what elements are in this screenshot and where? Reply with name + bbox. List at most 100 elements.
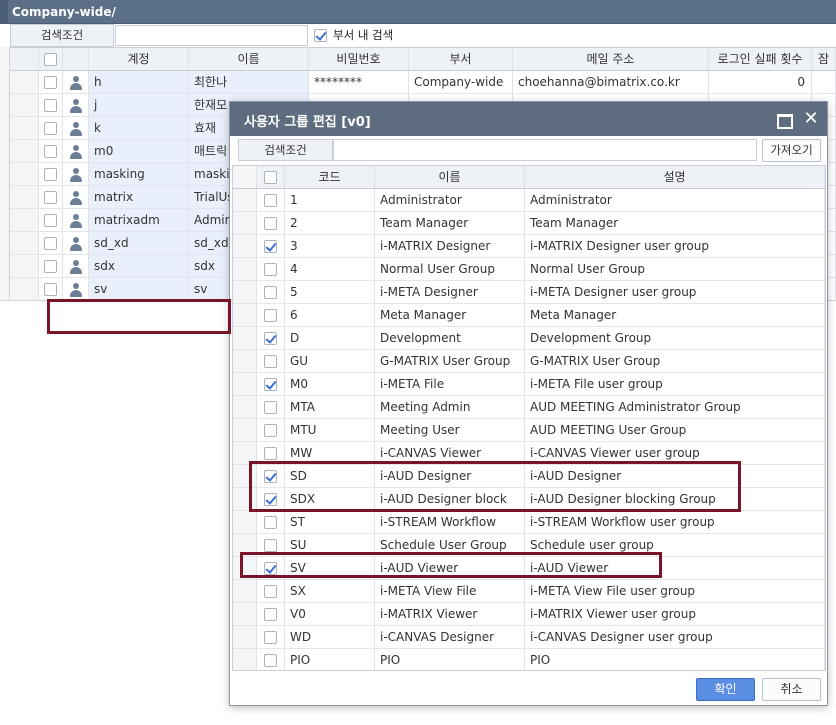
group-row[interactable]: M0 i-META File i-META File user group [233,373,825,396]
group-row[interactable]: MW i-CANVAS Viewer i-CANVAS Viewer user gr… [233,442,825,465]
cell-name: Schedule User Group [375,534,525,556]
group-checkbox[interactable] [264,378,277,391]
table-row[interactable]: h 최한나 ******** Company-wide choehanna@bimatr… [10,71,836,94]
row-checkbox[interactable] [44,145,57,158]
user-icon [69,236,83,251]
group-checkbox[interactable] [264,608,277,621]
column-header[interactable]: 잠 [812,48,836,70]
group-row[interactable]: SDX i-AUD Designer block i-AUD Designer bl… [233,488,825,511]
group-row[interactable]: SU Schedule User Group Schedule user group [233,534,825,557]
dept-search-checkbox[interactable] [314,29,327,42]
group-checkbox[interactable] [264,355,277,368]
group-checkbox[interactable] [264,654,277,667]
user-icon [69,98,83,113]
row-checkbox[interactable] [44,214,57,227]
group-row[interactable]: SD i-AUD Designer i-AUD Designer [233,465,825,488]
dialog-title-bar[interactable]: 사용자 그룹 편집 [v0] [230,102,827,136]
column-header[interactable]: 이름 [189,48,309,70]
cell-desc: i-CANVAS Viewer user group [525,442,825,464]
column-header[interactable]: 코드 [285,166,375,188]
group-checkbox[interactable] [264,447,277,460]
select-all-checkbox[interactable] [264,171,277,184]
cell-name: Meeting User [375,419,525,441]
group-checkbox[interactable] [264,631,277,644]
group-row[interactable]: GU G-MATRIX User Group G-MATRIX User Group [233,350,825,373]
group-row[interactable]: MTU Meeting User AUD MEETING User Group [233,419,825,442]
group-row[interactable]: 5 i-META Designer i-META Designer user gro… [233,281,825,304]
row-checkbox[interactable] [44,99,57,112]
group-row[interactable]: SX i-META View File i-META View File user … [233,580,825,603]
group-checkbox[interactable] [264,493,277,506]
group-row[interactable]: 1 Administrator Administrator [233,189,825,212]
cell-account: j [89,94,189,116]
group-checkbox[interactable] [264,332,277,345]
column-header[interactable]: 로그인 실패 횟수 [709,48,812,70]
column-header[interactable]: 설명 [525,166,825,188]
maximize-icon[interactable] [775,111,793,129]
search-input[interactable] [115,25,308,46]
dialog-title: 사용자 그룹 편집 [v0] [244,115,371,130]
select-all-checkbox[interactable] [44,53,57,66]
group-row[interactable]: 3 i-MATRIX Designer i-MATRIX Designer user… [233,235,825,258]
group-row[interactable]: MTA Meeting Admin AUD MEETING Administrato… [233,396,825,419]
row-checkbox[interactable] [44,260,57,273]
group-checkbox[interactable] [264,562,277,575]
group-checkbox[interactable] [264,309,277,322]
cell-code: 1 [285,189,375,211]
group-checkbox[interactable] [264,516,277,529]
row-checkbox[interactable] [44,76,57,89]
group-checkbox[interactable] [264,217,277,230]
cell-desc: Normal User Group [525,258,825,280]
group-checkbox[interactable] [264,424,277,437]
group-row[interactable]: 2 Team Manager Team Manager [233,212,825,235]
dialog-search-input[interactable] [333,139,757,161]
group-row[interactable]: WD i-CANVAS Designer i-CANVAS Designer use… [233,626,825,649]
group-row[interactable]: 4 Normal User Group Normal User Group [233,258,825,281]
group-checkbox[interactable] [264,539,277,552]
cell-desc: i-CANVAS Designer user group [525,626,825,648]
close-icon[interactable]: ✕ [802,110,820,128]
cell-dept: Company-wide [409,71,513,93]
column-header[interactable]: 메일 주소 [513,48,709,70]
group-checkbox[interactable] [264,585,277,598]
row-checkbox[interactable] [44,191,57,204]
fetch-button[interactable]: 가져오기 [762,139,821,162]
cell-desc: i-META File user group [525,373,825,395]
group-row[interactable]: 6 Meta Manager Meta Manager [233,304,825,327]
group-checkbox[interactable] [264,194,277,207]
group-checkbox[interactable] [264,286,277,299]
row-checkbox[interactable] [44,168,57,181]
group-row[interactable]: PIO PIO PIO [233,649,825,670]
highlight-v0-row [47,299,231,334]
cell-name: 최한나 [189,71,309,93]
cancel-button[interactable]: 취소 [762,678,821,701]
group-checkbox[interactable] [264,240,277,253]
group-checkbox[interactable] [264,470,277,483]
group-row[interactable]: D Development Development Group [233,327,825,350]
group-row[interactable]: V0 i-MATRIX Viewer i-MATRIX Viewer user gr… [233,603,825,626]
column-header[interactable]: 계정 [89,48,189,70]
cell-code: 5 [285,281,375,303]
cell-desc: i-MATRIX Viewer user group [525,603,825,625]
row-checkbox[interactable] [44,283,57,296]
group-checkbox[interactable] [264,401,277,414]
cell-desc: i-META View File user group [525,580,825,602]
cell-desc: i-META Designer user group [525,281,825,303]
group-row[interactable]: ST i-STREAM Workflow i-STREAM Workflow use… [233,511,825,534]
breadcrumb-title-bar: Company-wide/ [0,0,836,24]
user-icon [69,213,83,228]
column-header[interactable]: 비밀번호 [309,48,409,70]
column-header[interactable]: 이름 [375,166,525,188]
row-checkbox[interactable] [44,122,57,135]
cell-name: i-MATRIX Designer [375,235,525,257]
row-checkbox[interactable] [44,237,57,250]
group-checkbox[interactable] [264,263,277,276]
user-icon [69,259,83,274]
cell-code: SDX [285,488,375,510]
cell-name: Development [375,327,525,349]
group-row[interactable]: SV i-AUD Viewer i-AUD Viewer [233,557,825,580]
cell-desc: i-AUD Designer [525,465,825,487]
ok-button[interactable]: 확인 [696,678,755,701]
column-header[interactable]: 부서 [409,48,513,70]
cell-name: i-AUD Viewer [375,557,525,579]
